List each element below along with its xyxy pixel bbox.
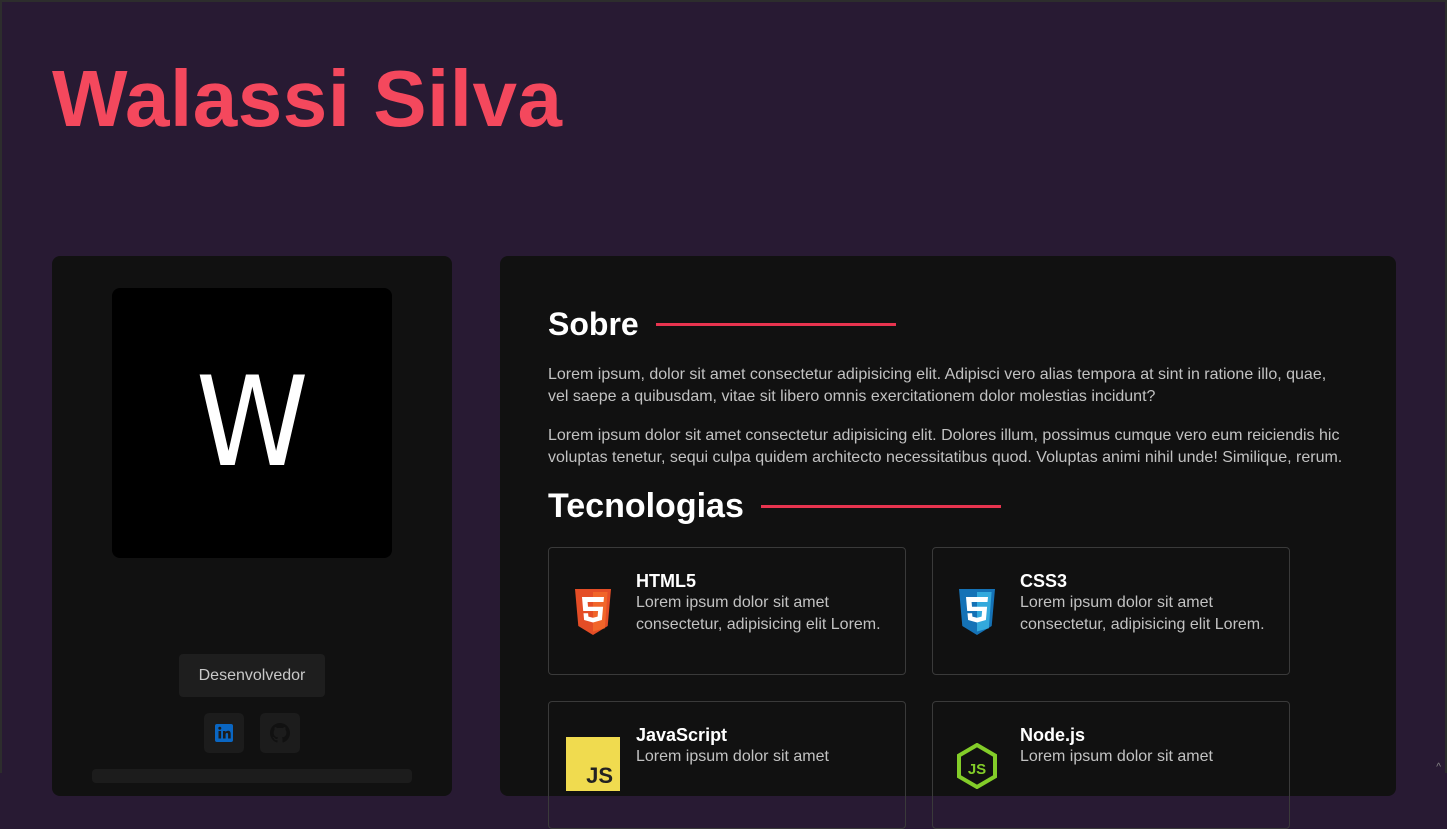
tech-card-javascript: JS JavaScript Lorem ipsum dolor sit amet	[548, 701, 906, 829]
tech-name: HTML5	[636, 571, 696, 591]
nodejs-icon: JS	[949, 742, 1005, 790]
avatar: W	[112, 288, 392, 558]
tech-description: Lorem ipsum dolor sit amet	[636, 748, 829, 765]
about-paragraph-1: Lorem ipsum, dolor sit amet consectetur …	[548, 366, 1327, 405]
technologies-title: Tecnologias	[548, 487, 744, 525]
page-title: Walassi Silva	[52, 54, 563, 143]
tech-name: Node.js	[1020, 725, 1086, 745]
tech-description: Lorem ipsum dolor sit amet	[1020, 748, 1213, 765]
technologies-heading: Tecnologias	[548, 486, 1001, 526]
github-button[interactable]	[260, 713, 300, 753]
scroll-up-icon[interactable]: ^	[1436, 763, 1441, 773]
tech-card-css3: CSS3 Lorem ipsum dolor sit amet consecte…	[932, 547, 1290, 675]
about-heading-line	[655, 322, 896, 326]
tech-name: JavaScript	[636, 725, 728, 745]
tech-name: CSS3	[1020, 571, 1068, 591]
css3-icon	[949, 588, 1005, 636]
tech-card-nodejs: JS Node.js Lorem ipsum dolor sit amet	[932, 701, 1290, 829]
tech-description: Lorem ipsum dolor sit amet consectetur, …	[1020, 594, 1265, 633]
svg-text:JS: JS	[968, 761, 986, 778]
role-badge: Desenvolvedor	[179, 654, 325, 697]
linkedin-icon	[215, 724, 233, 742]
about-paragraph-2: Lorem ipsum dolor sit amet consectetur a…	[548, 427, 1343, 466]
tech-card-html5: HTML5 Lorem ipsum dolor sit amet consect…	[548, 547, 906, 675]
github-icon	[270, 723, 290, 743]
javascript-icon: JS	[565, 737, 621, 791]
profile-info-bar	[92, 769, 412, 783]
technologies-heading-line	[760, 504, 1001, 508]
avatar-letter: W	[195, 351, 309, 495]
html5-icon	[565, 588, 621, 636]
about-title: Sobre	[548, 306, 639, 342]
linkedin-button[interactable]	[204, 713, 244, 753]
profile-card: W Desenvolvedor	[52, 256, 452, 796]
tech-description: Lorem ipsum dolor sit amet consectetur, …	[636, 594, 881, 633]
about-heading: Sobre	[548, 304, 896, 344]
main-card: Sobre Lorem ipsum, dolor sit amet consec…	[500, 256, 1396, 829]
